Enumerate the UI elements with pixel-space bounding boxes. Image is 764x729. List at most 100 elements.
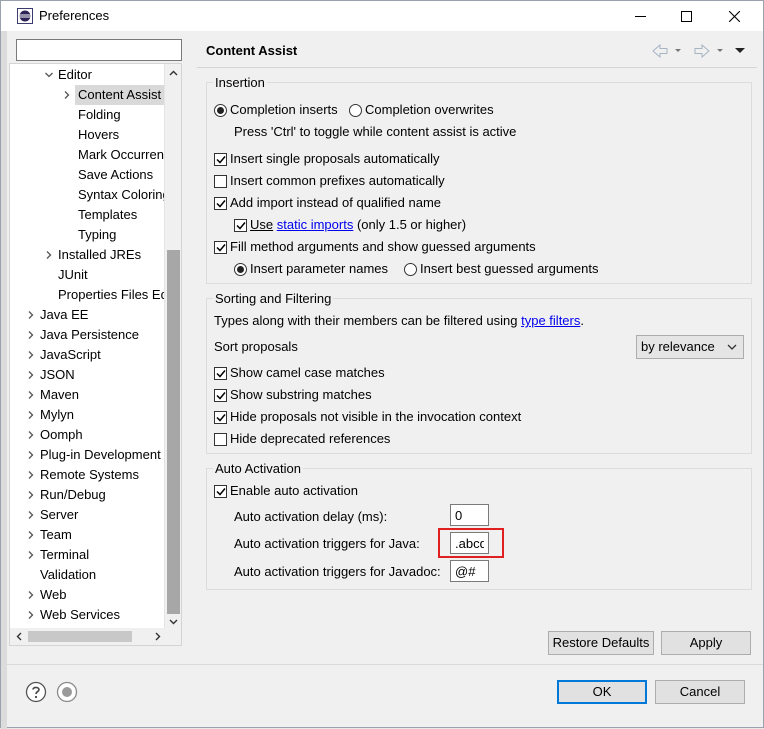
tree-expand-chevron-icon[interactable] bbox=[26, 370, 36, 380]
toggle-hint-text: Press 'Ctrl' to toggle while content ass… bbox=[234, 124, 517, 139]
type-filters-link[interactable]: type filters bbox=[521, 312, 580, 330]
hide-not-visible-checkbox[interactable]: Hide proposals not visible in the invoca… bbox=[214, 408, 521, 426]
tree-item-label: Content Assist bbox=[75, 85, 165, 105]
tree-expand-chevron-icon[interactable] bbox=[62, 90, 72, 100]
tree-item[interactable]: Content Assist bbox=[10, 85, 181, 105]
tree-horizontal-scrollbar[interactable] bbox=[10, 628, 166, 645]
tree-expand-chevron-icon[interactable] bbox=[26, 550, 36, 560]
tree-item[interactable]: Installed JREs bbox=[10, 245, 181, 265]
tree-item[interactable]: Oomph bbox=[10, 425, 181, 445]
page-title: Content Assist bbox=[206, 43, 298, 58]
tree-item[interactable]: Mylyn bbox=[10, 405, 181, 425]
tree-expand-chevron-icon[interactable] bbox=[26, 310, 36, 320]
single-proposals-checkbox[interactable]: Insert single proposals automatically bbox=[214, 150, 440, 168]
tree-item-label: Java EE bbox=[40, 307, 89, 322]
completion-overwrites-radio[interactable]: Completion overwrites bbox=[349, 101, 494, 119]
maximize-button[interactable] bbox=[663, 1, 709, 31]
preference-tree[interactable]: Editor Content Assist Folding Hovers Mark Oc… bbox=[9, 63, 182, 646]
tree-expand-chevron-icon[interactable] bbox=[44, 250, 54, 260]
tree-item[interactable]: JavaScript bbox=[10, 345, 181, 365]
forward-history-dropdown-icon[interactable] bbox=[717, 49, 723, 52]
restore-defaults-button[interactable]: Restore Defaults bbox=[548, 631, 654, 655]
sort-proposals-label: Sort proposals bbox=[214, 339, 298, 354]
tree-item[interactable]: Mark Occurrences bbox=[10, 145, 181, 165]
tree-item-label: Web bbox=[40, 587, 67, 602]
tree-expand-chevron-icon[interactable] bbox=[26, 410, 36, 420]
tree-item[interactable]: Editor bbox=[10, 65, 181, 85]
tree-item[interactable]: JSON bbox=[10, 365, 181, 385]
static-imports-link[interactable]: static imports bbox=[277, 216, 354, 234]
tree-vertical-scroll-thumb[interactable] bbox=[167, 250, 180, 614]
close-button[interactable] bbox=[711, 1, 757, 31]
filter-input[interactable] bbox=[16, 39, 182, 61]
fill-method-args-checkbox[interactable]: Fill method arguments and show guessed a… bbox=[214, 238, 536, 256]
tree-expand-chevron-icon[interactable] bbox=[26, 610, 36, 620]
cancel-button[interactable]: Cancel bbox=[655, 680, 745, 704]
delay-input[interactable] bbox=[450, 504, 489, 526]
insert-best-guessed-radio[interactable]: Insert best guessed arguments bbox=[404, 260, 599, 278]
tree-vertical-scrollbar[interactable] bbox=[164, 64, 181, 630]
tree-item[interactable]: JUnit bbox=[10, 265, 181, 285]
apply-button[interactable]: Apply bbox=[661, 631, 751, 655]
sort-proposals-select[interactable]: by relevance bbox=[636, 335, 744, 359]
minimize-button[interactable] bbox=[617, 1, 663, 31]
tree-item[interactable]: Validation bbox=[10, 565, 181, 585]
tree-item-label: Typing bbox=[78, 227, 117, 242]
tree-expand-chevron-icon[interactable] bbox=[26, 330, 36, 340]
tree-item[interactable]: Team bbox=[10, 525, 181, 545]
tree-expand-chevron-icon[interactable] bbox=[26, 510, 36, 520]
tree-item[interactable]: Run/Debug bbox=[10, 485, 181, 505]
tree-item[interactable]: Web Services bbox=[10, 605, 181, 625]
javadoc-triggers-input[interactable] bbox=[450, 560, 489, 582]
scroll-up-arrow[interactable] bbox=[165, 64, 181, 81]
back-arrow-icon[interactable] bbox=[652, 43, 668, 59]
hide-deprecated-checkbox[interactable]: Hide deprecated references bbox=[214, 430, 390, 448]
tree-item[interactable]: Java EE bbox=[10, 305, 181, 325]
tree-expand-chevron-icon[interactable] bbox=[26, 470, 36, 480]
view-menu-icon[interactable] bbox=[735, 48, 745, 53]
tree-item[interactable]: Java Persistence bbox=[10, 325, 181, 345]
tree-expand-chevron-icon[interactable] bbox=[26, 350, 36, 360]
add-import-checkbox[interactable]: Add import instead of qualified name bbox=[214, 194, 441, 212]
tree-expand-chevron-icon[interactable] bbox=[26, 530, 36, 540]
checkmark-icon bbox=[214, 410, 227, 424]
tree-item[interactable]: Remote Systems bbox=[10, 465, 181, 485]
help-icon[interactable] bbox=[25, 681, 47, 703]
tree-item[interactable]: Syntax Coloring bbox=[10, 185, 181, 205]
tree-expand-chevron-icon[interactable] bbox=[26, 590, 36, 600]
scroll-left-arrow[interactable] bbox=[10, 628, 27, 645]
insert-parameter-names-radio[interactable]: Insert parameter names bbox=[234, 260, 388, 278]
record-icon[interactable] bbox=[56, 681, 78, 703]
completion-inserts-radio[interactable]: Completion inserts bbox=[214, 101, 338, 119]
tree-item-label: Mylyn bbox=[40, 407, 74, 422]
tree-item[interactable]: Plug-in Development bbox=[10, 445, 181, 465]
tree-expand-chevron-icon[interactable] bbox=[26, 430, 36, 440]
tree-horizontal-scroll-thumb[interactable] bbox=[28, 631, 132, 642]
tree-item[interactable]: Typing bbox=[10, 225, 181, 245]
tree-item[interactable]: Hovers bbox=[10, 125, 181, 145]
tree-item[interactable]: Maven bbox=[10, 385, 181, 405]
back-history-dropdown-icon[interactable] bbox=[675, 49, 681, 52]
common-prefixes-checkbox[interactable]: Insert common prefixes automatically bbox=[214, 172, 445, 190]
tree-item[interactable]: Templates bbox=[10, 205, 181, 225]
tree-item[interactable]: Terminal bbox=[10, 545, 181, 565]
camel-case-checkbox[interactable]: Show camel case matches bbox=[214, 364, 385, 382]
tree-expand-chevron-icon[interactable] bbox=[26, 390, 36, 400]
tree-collapse-chevron-icon[interactable] bbox=[44, 70, 54, 80]
tree-item[interactable]: Properties Files Editor bbox=[10, 285, 181, 305]
enable-auto-activation-checkbox[interactable]: Enable auto activation bbox=[214, 482, 358, 500]
forward-arrow-icon[interactable] bbox=[694, 43, 710, 59]
tree-expand-chevron-icon[interactable] bbox=[26, 450, 36, 460]
tree-item[interactable]: Web bbox=[10, 585, 181, 605]
tree-item[interactable]: Folding bbox=[10, 105, 181, 125]
substring-matches-checkbox[interactable]: Show substring matches bbox=[214, 386, 372, 404]
tree-expand-chevron-icon[interactable] bbox=[26, 490, 36, 500]
footer-separator bbox=[1, 664, 763, 665]
tree-item[interactable]: Save Actions bbox=[10, 165, 181, 185]
ok-button[interactable]: OK bbox=[557, 680, 647, 704]
checkmark-icon bbox=[214, 240, 227, 254]
tree-item[interactable]: Server bbox=[10, 505, 181, 525]
checkmark-icon bbox=[234, 218, 247, 232]
tree-item-label: Templates bbox=[78, 207, 138, 222]
use-static-imports-checkbox[interactable]: Use static imports (only 1.5 or higher) bbox=[234, 216, 466, 234]
